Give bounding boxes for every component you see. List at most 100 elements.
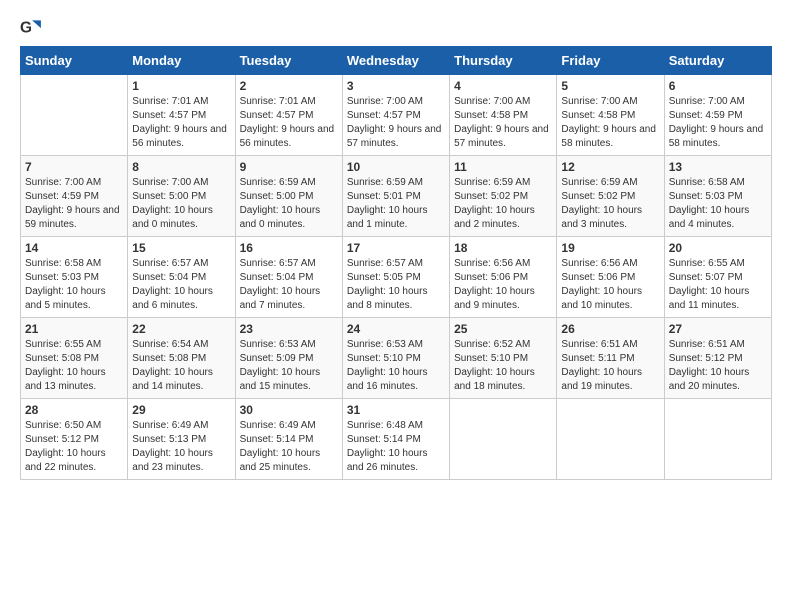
weekday-header-friday: Friday — [557, 47, 664, 75]
calendar-cell: 29 Sunrise: 6:49 AM Sunset: 5:13 PM Dayl… — [128, 399, 235, 480]
daylight-label: Daylight: 10 hours and 10 minutes. — [561, 286, 642, 311]
calendar-week-row: 14 Sunrise: 6:58 AM Sunset: 5:03 PM Dayl… — [21, 237, 772, 318]
sunset-label: Sunset: 4:59 PM — [669, 110, 743, 121]
day-number: 11 — [454, 160, 552, 174]
day-info: Sunrise: 6:59 AM Sunset: 5:02 PM Dayligh… — [561, 176, 659, 232]
calendar-cell: 2 Sunrise: 7:01 AM Sunset: 4:57 PM Dayli… — [235, 75, 342, 156]
sunset-label: Sunset: 5:12 PM — [669, 353, 743, 364]
calendar-cell — [450, 399, 557, 480]
calendar-cell: 20 Sunrise: 6:55 AM Sunset: 5:07 PM Dayl… — [664, 237, 771, 318]
sunset-label: Sunset: 5:00 PM — [132, 191, 206, 202]
calendar-cell: 11 Sunrise: 6:59 AM Sunset: 5:02 PM Dayl… — [450, 156, 557, 237]
calendar-cell: 26 Sunrise: 6:51 AM Sunset: 5:11 PM Dayl… — [557, 318, 664, 399]
sunrise-label: Sunrise: 6:57 AM — [240, 258, 316, 269]
day-info: Sunrise: 6:53 AM Sunset: 5:10 PM Dayligh… — [347, 338, 445, 394]
sunrise-label: Sunrise: 6:56 AM — [561, 258, 637, 269]
sunset-label: Sunset: 5:14 PM — [240, 434, 314, 445]
day-info: Sunrise: 7:01 AM Sunset: 4:57 PM Dayligh… — [132, 95, 230, 151]
calendar-cell: 30 Sunrise: 6:49 AM Sunset: 5:14 PM Dayl… — [235, 399, 342, 480]
calendar-cell: 17 Sunrise: 6:57 AM Sunset: 5:05 PM Dayl… — [342, 237, 449, 318]
day-info: Sunrise: 6:58 AM Sunset: 5:03 PM Dayligh… — [669, 176, 767, 232]
sunset-label: Sunset: 4:58 PM — [454, 110, 528, 121]
sunset-label: Sunset: 5:04 PM — [132, 272, 206, 283]
day-number: 24 — [347, 322, 445, 336]
sunrise-label: Sunrise: 6:53 AM — [347, 339, 423, 350]
day-info: Sunrise: 7:00 AM Sunset: 4:58 PM Dayligh… — [454, 95, 552, 151]
sunrise-label: Sunrise: 7:00 AM — [454, 96, 530, 107]
daylight-label: Daylight: 9 hours and 59 minutes. — [25, 205, 120, 230]
day-number: 4 — [454, 79, 552, 93]
day-number: 21 — [25, 322, 123, 336]
calendar-cell: 1 Sunrise: 7:01 AM Sunset: 4:57 PM Dayli… — [128, 75, 235, 156]
sunrise-label: Sunrise: 7:00 AM — [669, 96, 745, 107]
calendar-week-row: 21 Sunrise: 6:55 AM Sunset: 5:08 PM Dayl… — [21, 318, 772, 399]
day-number: 2 — [240, 79, 338, 93]
day-info: Sunrise: 6:55 AM Sunset: 5:07 PM Dayligh… — [669, 257, 767, 313]
sunset-label: Sunset: 5:03 PM — [669, 191, 743, 202]
daylight-label: Daylight: 10 hours and 16 minutes. — [347, 367, 428, 392]
weekday-header-monday: Monday — [128, 47, 235, 75]
sunset-label: Sunset: 5:03 PM — [25, 272, 99, 283]
daylight-label: Daylight: 10 hours and 8 minutes. — [347, 286, 428, 311]
daylight-label: Daylight: 10 hours and 9 minutes. — [454, 286, 535, 311]
day-number: 23 — [240, 322, 338, 336]
daylight-label: Daylight: 10 hours and 4 minutes. — [669, 205, 750, 230]
sunrise-label: Sunrise: 7:00 AM — [132, 177, 208, 188]
day-info: Sunrise: 6:59 AM Sunset: 5:01 PM Dayligh… — [347, 176, 445, 232]
calendar-cell: 7 Sunrise: 7:00 AM Sunset: 4:59 PM Dayli… — [21, 156, 128, 237]
day-number: 5 — [561, 79, 659, 93]
sunset-label: Sunset: 5:14 PM — [347, 434, 421, 445]
calendar-cell: 25 Sunrise: 6:52 AM Sunset: 5:10 PM Dayl… — [450, 318, 557, 399]
day-info: Sunrise: 6:51 AM Sunset: 5:11 PM Dayligh… — [561, 338, 659, 394]
calendar-cell: 4 Sunrise: 7:00 AM Sunset: 4:58 PM Dayli… — [450, 75, 557, 156]
day-number: 9 — [240, 160, 338, 174]
sunset-label: Sunset: 4:59 PM — [25, 191, 99, 202]
sunrise-label: Sunrise: 6:49 AM — [240, 420, 316, 431]
weekday-header-saturday: Saturday — [664, 47, 771, 75]
day-info: Sunrise: 6:54 AM Sunset: 5:08 PM Dayligh… — [132, 338, 230, 394]
day-number: 27 — [669, 322, 767, 336]
day-number: 31 — [347, 403, 445, 417]
day-number: 22 — [132, 322, 230, 336]
weekday-header-wednesday: Wednesday — [342, 47, 449, 75]
sunrise-label: Sunrise: 6:59 AM — [561, 177, 637, 188]
sunrise-label: Sunrise: 7:01 AM — [132, 96, 208, 107]
logo-icon: G — [20, 16, 42, 38]
logo: G — [20, 16, 44, 38]
day-info: Sunrise: 6:57 AM Sunset: 5:05 PM Dayligh… — [347, 257, 445, 313]
sunset-label: Sunset: 5:00 PM — [240, 191, 314, 202]
sunset-label: Sunset: 5:05 PM — [347, 272, 421, 283]
calendar-week-row: 1 Sunrise: 7:01 AM Sunset: 4:57 PM Dayli… — [21, 75, 772, 156]
day-number: 3 — [347, 79, 445, 93]
sunset-label: Sunset: 5:02 PM — [454, 191, 528, 202]
sunrise-label: Sunrise: 6:58 AM — [25, 258, 101, 269]
calendar-cell: 19 Sunrise: 6:56 AM Sunset: 5:06 PM Dayl… — [557, 237, 664, 318]
day-info: Sunrise: 6:48 AM Sunset: 5:14 PM Dayligh… — [347, 419, 445, 475]
daylight-label: Daylight: 9 hours and 58 minutes. — [669, 124, 764, 149]
day-number: 15 — [132, 241, 230, 255]
day-number: 6 — [669, 79, 767, 93]
daylight-label: Daylight: 10 hours and 14 minutes. — [132, 367, 213, 392]
daylight-label: Daylight: 9 hours and 56 minutes. — [132, 124, 227, 149]
calendar-cell: 22 Sunrise: 6:54 AM Sunset: 5:08 PM Dayl… — [128, 318, 235, 399]
daylight-label: Daylight: 10 hours and 25 minutes. — [240, 448, 321, 473]
day-info: Sunrise: 7:00 AM Sunset: 4:59 PM Dayligh… — [25, 176, 123, 232]
daylight-label: Daylight: 10 hours and 19 minutes. — [561, 367, 642, 392]
day-number: 14 — [25, 241, 123, 255]
sunset-label: Sunset: 5:06 PM — [561, 272, 635, 283]
day-info: Sunrise: 6:49 AM Sunset: 5:14 PM Dayligh… — [240, 419, 338, 475]
day-number: 28 — [25, 403, 123, 417]
day-info: Sunrise: 6:56 AM Sunset: 5:06 PM Dayligh… — [561, 257, 659, 313]
day-number: 17 — [347, 241, 445, 255]
calendar-cell: 8 Sunrise: 7:00 AM Sunset: 5:00 PM Dayli… — [128, 156, 235, 237]
calendar-cell: 14 Sunrise: 6:58 AM Sunset: 5:03 PM Dayl… — [21, 237, 128, 318]
day-number: 25 — [454, 322, 552, 336]
svg-text:G: G — [20, 20, 32, 37]
daylight-label: Daylight: 10 hours and 5 minutes. — [25, 286, 106, 311]
day-number: 18 — [454, 241, 552, 255]
day-info: Sunrise: 6:59 AM Sunset: 5:02 PM Dayligh… — [454, 176, 552, 232]
calendar-cell: 3 Sunrise: 7:00 AM Sunset: 4:57 PM Dayli… — [342, 75, 449, 156]
day-info: Sunrise: 7:01 AM Sunset: 4:57 PM Dayligh… — [240, 95, 338, 151]
weekday-header-tuesday: Tuesday — [235, 47, 342, 75]
daylight-label: Daylight: 10 hours and 15 minutes. — [240, 367, 321, 392]
